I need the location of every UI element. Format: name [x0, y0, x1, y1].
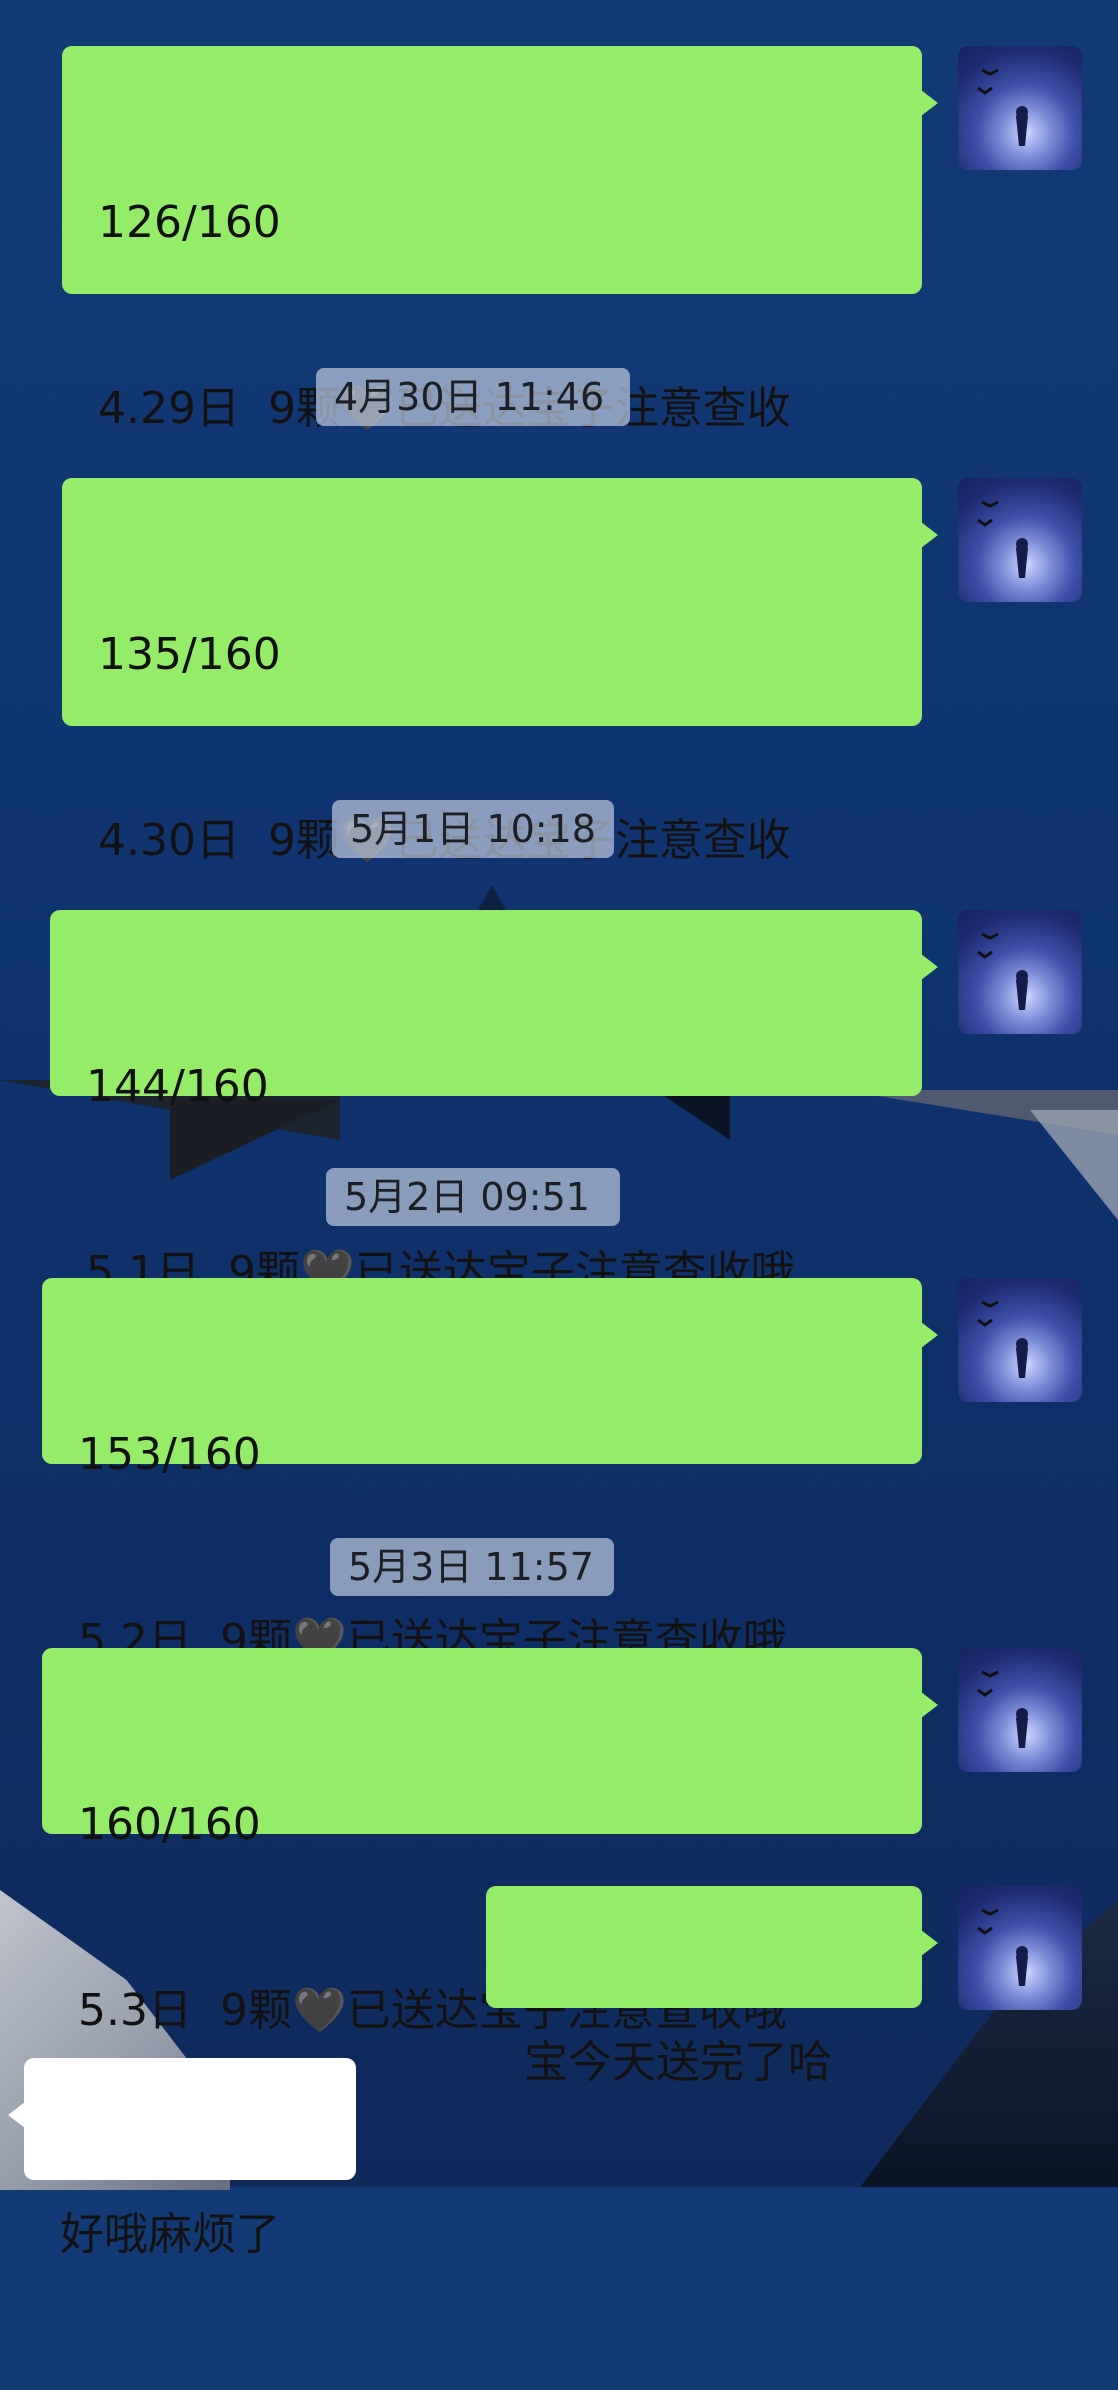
background-paper-bird: [1030, 1110, 1118, 1220]
message-counter: 126/160: [98, 197, 281, 248]
sent-message-bubble[interactable]: 135/160 4.30日 9颗🖤已送达宝子注意查收 哦: [62, 478, 938, 1052]
sent-message-bubble[interactable]: 宝今天送完了哈: [486, 1886, 938, 2088]
sent-message-bubble[interactable]: 160/160 5.3日 9颗🖤已送达宝子注意查收哦: [42, 1648, 938, 2036]
sent-message-bubble[interactable]: 144/160 5.1日 9颗🖤已送达宝子注意查收哦: [50, 910, 938, 1298]
message-text: 好哦麻烦了: [60, 2209, 280, 2260]
avatar-image-icon: [977, 68, 1028, 146]
sent-message-bubble[interactable]: 126/160 4.29日 9颗🖤已送达宝子注意查收 哦: [62, 46, 938, 620]
user-avatar[interactable]: [958, 1278, 1082, 1402]
avatar-image-icon: [977, 500, 1028, 578]
user-avatar[interactable]: [958, 1886, 1082, 2010]
avatar-image-icon: [977, 932, 1028, 1010]
message-counter: 144/160: [86, 1061, 269, 1112]
timestamp: 5月3日 11:57: [330, 1538, 614, 1596]
sent-message-bubble[interactable]: 153/160 5.2日 9颗🖤已送达宝子注意查收哦: [42, 1278, 938, 1666]
message-counter: 153/160: [78, 1429, 261, 1480]
timestamp: 4月30日 11:46: [316, 368, 630, 426]
timestamp: 5月1日 10:18: [332, 800, 614, 858]
message-counter: 135/160: [98, 629, 281, 680]
user-avatar[interactable]: [958, 1648, 1082, 1772]
user-avatar[interactable]: [958, 910, 1082, 1034]
user-avatar[interactable]: [958, 478, 1082, 602]
user-avatar[interactable]: [958, 46, 1082, 170]
message-text: 宝今天送完了哈: [524, 2037, 832, 2088]
avatar-image-icon: [977, 1908, 1028, 1986]
message-counter: 160/160: [78, 1799, 261, 1850]
received-message-bubble[interactable]: 好哦麻烦了: [8, 2058, 356, 2260]
avatar-image-icon: [977, 1670, 1028, 1748]
timestamp: 5月2日 09:51: [326, 1168, 620, 1226]
avatar-image-icon: [977, 1300, 1028, 1378]
